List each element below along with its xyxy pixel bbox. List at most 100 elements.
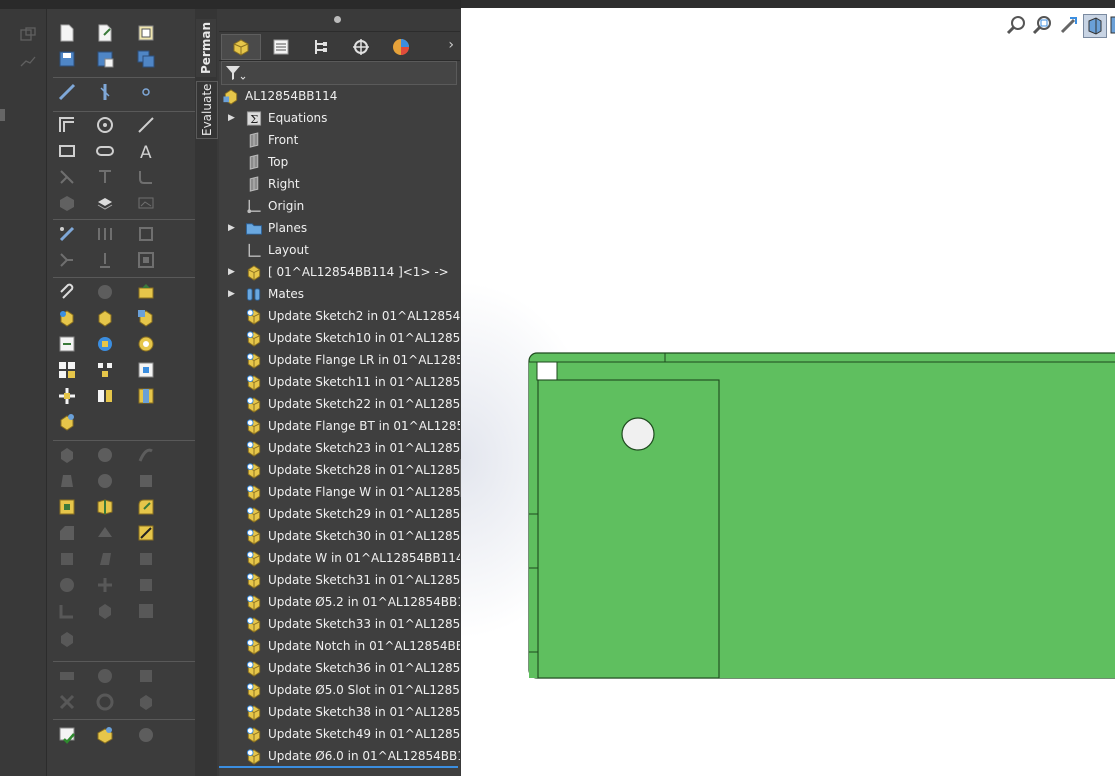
- quick-snaps-icon[interactable]: [95, 250, 115, 270]
- weld-bead-icon[interactable]: [136, 523, 156, 543]
- mirror-components-icon[interactable]: [95, 386, 115, 406]
- tree-root[interactable]: AL12854BB114: [219, 85, 460, 107]
- mirror-icon[interactable]: [95, 82, 115, 102]
- tree-item[interactable]: Update Sketch29 in 01^AL12854BB114: [219, 503, 460, 525]
- expand-arrow-icon[interactable]: ▶: [228, 217, 235, 239]
- left-edge-handle[interactable]: [0, 109, 5, 121]
- dimxpert-manager-tab[interactable]: [341, 34, 381, 60]
- relation-icon[interactable]: [57, 224, 77, 244]
- tree-item[interactable]: Update Ø5.2 in 01^AL12854BB114: [219, 591, 460, 613]
- tree-item[interactable]: Top: [219, 151, 460, 173]
- tree-item[interactable]: Update Ø6.0 in 01^AL12854BB114: [219, 745, 460, 767]
- spline-icon[interactable]: [136, 115, 156, 135]
- mass-properties-icon[interactable]: [95, 666, 115, 686]
- rectangle-icon[interactable]: [57, 141, 77, 161]
- tree-item[interactable]: Front: [219, 129, 460, 151]
- graphics-viewport[interactable]: [461, 0, 1115, 776]
- shell-icon[interactable]: [57, 549, 77, 569]
- new-assembly-icon[interactable]: [136, 308, 156, 328]
- layer-icon[interactable]: [95, 193, 115, 213]
- mounting-hole[interactable]: [621, 417, 655, 451]
- tree-item[interactable]: Update Sketch49 in 01^AL12854BB114: [219, 723, 460, 745]
- tree-item[interactable]: Update Flange W in 01^AL12854BB114: [219, 481, 460, 503]
- tree-item[interactable]: Update Sketch28 in 01^AL12854BB114: [219, 459, 460, 481]
- hole-alignment-icon[interactable]: [136, 692, 156, 712]
- chamfer-icon[interactable]: [57, 523, 77, 543]
- smart-dimension-icon[interactable]: [20, 53, 36, 69]
- tree-item[interactable]: Update Notch in 01^AL12854BB114: [219, 635, 460, 657]
- mate-reference-icon[interactable]: [95, 334, 115, 354]
- table-check-icon[interactable]: [57, 725, 77, 745]
- tree-item[interactable]: Update Sketch31 in 01^AL12854BB114: [219, 569, 460, 591]
- save-all-icon[interactable]: [136, 49, 156, 69]
- make-drawing-icon[interactable]: [136, 23, 156, 43]
- intersect-icon[interactable]: [95, 575, 115, 595]
- repair-sketch-icon[interactable]: [136, 224, 156, 244]
- expand-arrow-icon[interactable]: ▶: [228, 261, 235, 283]
- circle-icon[interactable]: [95, 115, 115, 135]
- line-icon[interactable]: [57, 82, 77, 102]
- dome-icon[interactable]: [57, 575, 77, 595]
- tree-item[interactable]: Update Flange BT in 01^AL12854BB114: [219, 415, 460, 437]
- tree-item[interactable]: Origin: [219, 195, 460, 217]
- insert-component-icon[interactable]: [136, 282, 156, 302]
- tree-item[interactable]: Update Flange LR in 01^AL12854BB114: [219, 349, 460, 371]
- filter-icon[interactable]: [224, 63, 246, 83]
- new-part-icon[interactable]: [57, 308, 77, 328]
- show-hidden-components-icon[interactable]: [136, 386, 156, 406]
- point-icon[interactable]: [136, 82, 156, 102]
- panel-grip[interactable]: [219, 9, 460, 32]
- hole-wizard-icon[interactable]: [57, 497, 77, 517]
- tree-item[interactable]: ▶ Planes: [219, 217, 460, 239]
- model-view[interactable]: [461, 0, 1115, 776]
- move-component-icon[interactable]: [57, 386, 77, 406]
- circular-pattern-icon[interactable]: [136, 360, 156, 380]
- extend-icon[interactable]: [95, 167, 115, 187]
- tree-item[interactable]: Layout: [219, 239, 460, 261]
- check-sketch-icon[interactable]: [136, 250, 156, 270]
- configuration-manager-tab[interactable]: [301, 34, 341, 60]
- paperclip-icon[interactable]: [57, 282, 77, 302]
- chevron-right-icon[interactable]: ›: [448, 37, 454, 53]
- instant3d-icon[interactable]: [95, 601, 115, 621]
- horizontal-relation-icon[interactable]: [95, 224, 115, 244]
- block-icon[interactable]: [57, 193, 77, 213]
- tree-item[interactable]: Update Sketch10 in 01^AL12854BB114: [219, 327, 460, 349]
- slot-icon[interactable]: [95, 141, 115, 161]
- sketch-grid-icon[interactable]: [20, 27, 36, 43]
- tree-item[interactable]: Update W in 01^AL12854BB114: [219, 547, 460, 569]
- suppress-icon[interactable]: [95, 282, 115, 302]
- boundary-boss-icon[interactable]: [95, 471, 115, 491]
- assembly-features-icon[interactable]: [57, 412, 77, 432]
- pattern-driven-icon[interactable]: [57, 360, 77, 380]
- tree-item[interactable]: Update Sketch33 in 01^AL12854BB114: [219, 613, 460, 635]
- save-as-icon[interactable]: [95, 49, 115, 69]
- new-document-icon[interactable]: [57, 23, 77, 43]
- extruded-boss-icon[interactable]: [57, 445, 77, 465]
- tree-item[interactable]: ▶ Mates: [219, 283, 460, 305]
- tree-item[interactable]: Update Sketch36 in 01^AL12854BB114: [219, 657, 460, 679]
- fillet-sketch-icon[interactable]: [136, 167, 156, 187]
- tree-item[interactable]: Update Sketch2 in 01^AL12854BB114: [219, 305, 460, 327]
- fillet-icon[interactable]: [136, 497, 156, 517]
- wrap-icon[interactable]: [136, 549, 156, 569]
- display-manager-tab[interactable]: [381, 34, 421, 60]
- performance-evaluation-icon[interactable]: [136, 725, 156, 745]
- split-entities-icon[interactable]: [57, 250, 77, 270]
- revolved-boss-icon[interactable]: [95, 445, 115, 465]
- extruded-cut-icon[interactable]: [136, 471, 156, 491]
- tree-item[interactable]: Update Sketch11 in 01^AL12854BB114: [219, 371, 460, 393]
- trim-icon[interactable]: [57, 167, 77, 187]
- tree-item[interactable]: Update Sketch30 in 01^AL12854BB114: [219, 525, 460, 547]
- edit-component-icon[interactable]: [95, 308, 115, 328]
- tree-item[interactable]: Update Sketch22 in 01^AL12854BB114: [219, 393, 460, 415]
- interference-icon[interactable]: [57, 692, 77, 712]
- lofted-boss-icon[interactable]: [57, 471, 77, 491]
- tree-item[interactable]: Update Ø5.0 Slot in 01^AL12854BB114: [219, 679, 460, 701]
- assembly-visualization-icon[interactable]: [95, 725, 115, 745]
- tab-perman[interactable]: Perman: [196, 19, 216, 77]
- sketch-picture-icon[interactable]: [136, 193, 156, 213]
- feature-manager-tab[interactable]: [221, 34, 261, 60]
- rib-icon[interactable]: [95, 523, 115, 543]
- open-document-icon[interactable]: [95, 23, 115, 43]
